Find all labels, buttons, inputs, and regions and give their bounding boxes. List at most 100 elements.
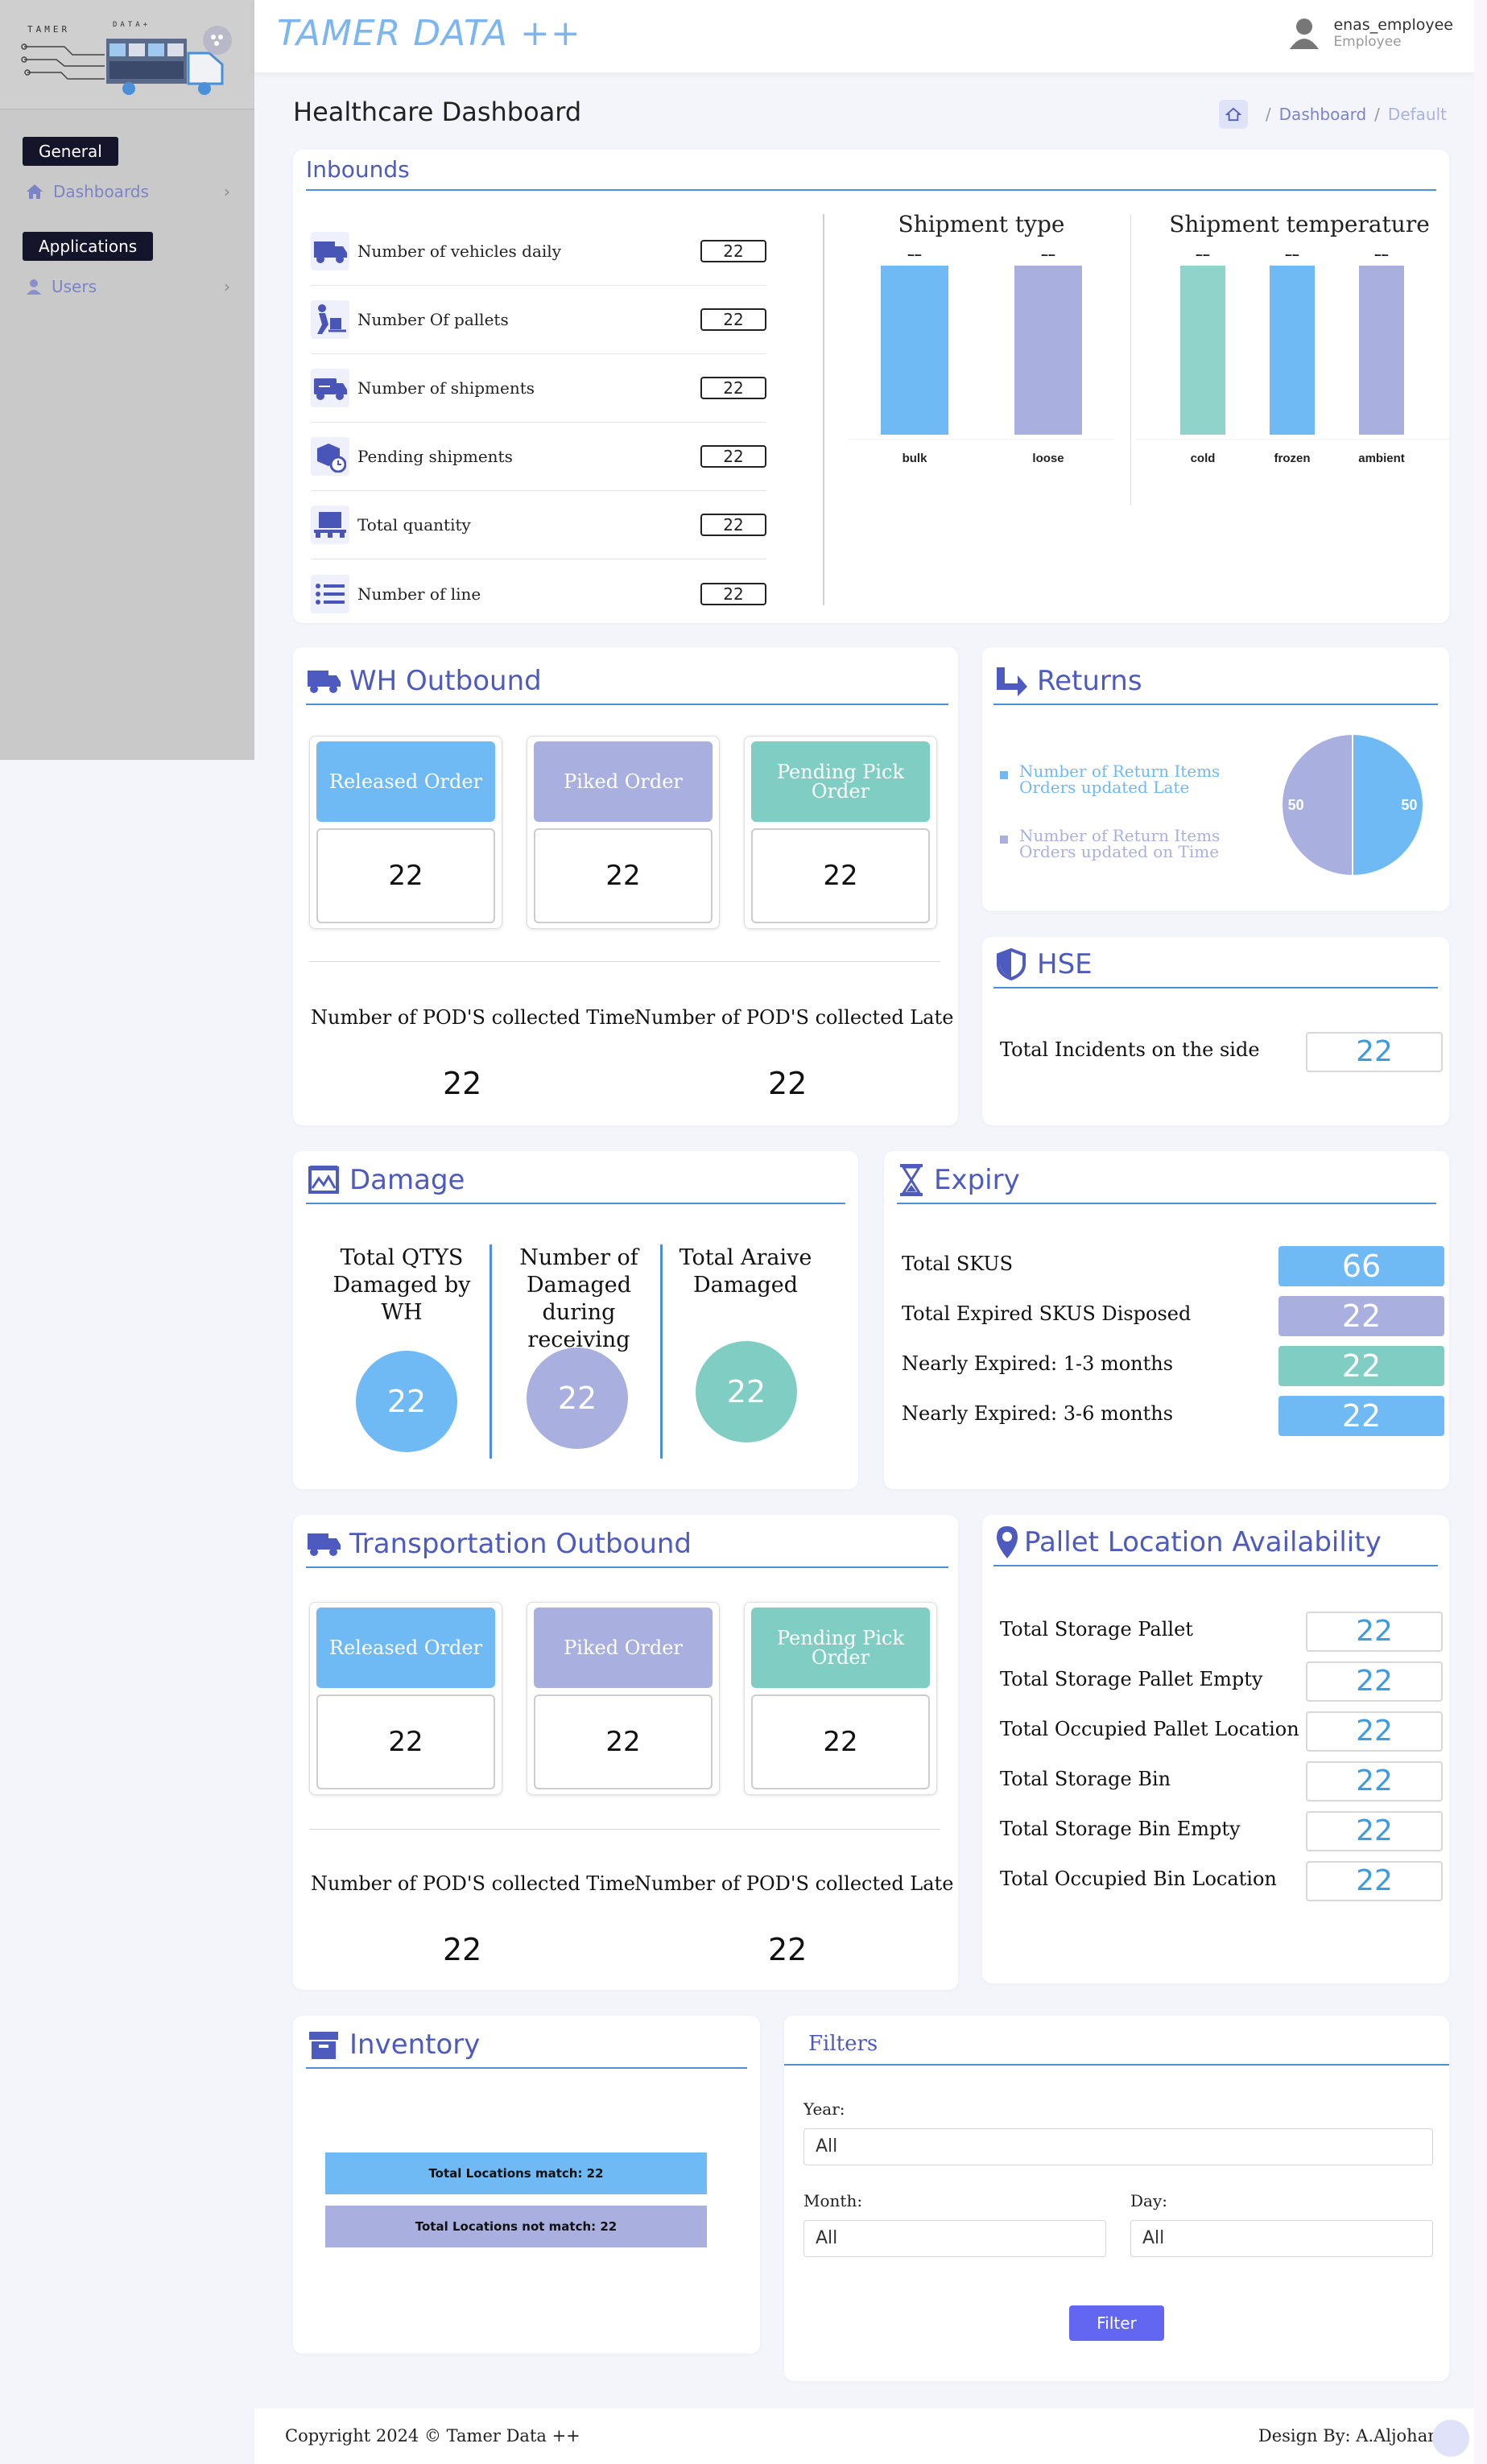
- wh-outbound-title: WH Outbound: [349, 665, 542, 697]
- damage-arrive-circle: 22: [696, 1341, 797, 1442]
- list-item: Number Of pallets 22: [311, 286, 766, 354]
- released-order-value: 22: [316, 828, 495, 923]
- pallet-row: Total Storage Bin Empty: [1000, 1818, 1241, 1840]
- bar: [1359, 266, 1404, 435]
- pallet-value: 22: [1306, 1811, 1443, 1851]
- page-title: Healthcare Dashboard: [293, 97, 582, 127]
- expiry-label: Total SKUS: [902, 1253, 1014, 1275]
- bar-data-label: 22: [907, 254, 922, 259]
- sidebar-item-dashboards[interactable]: Dashboards ›: [26, 175, 230, 208]
- hse-header: HSE: [993, 948, 1438, 988]
- sidebar-item-users[interactable]: Users ›: [26, 270, 230, 303]
- scroll-top-button[interactable]: [1432, 2420, 1469, 2457]
- bar: [1014, 266, 1082, 435]
- shipment-type-title: Shipment type: [898, 211, 1065, 237]
- pod-time-label: Number of POD'S collected Time: [311, 1006, 635, 1029]
- locations-match-bar: Total Locations match: 22: [325, 2152, 707, 2194]
- pallet-label: Total Occupied Bin Location: [1000, 1868, 1277, 1890]
- footer: Copyright 2024 © Tamer Data ++ Design By…: [254, 2408, 1474, 2464]
- pallet-label: Total Storage Bin Empty: [1000, 1818, 1241, 1840]
- returns-pie-chart: 50 50: [1281, 733, 1424, 877]
- brand-title: TAMER DATA ++: [277, 13, 581, 54]
- inbounds-list: Number of vehicles daily 22 Number Of pa…: [311, 217, 766, 628]
- row-label: Number of vehicles daily: [357, 241, 561, 261]
- sidebar-item-label: Dashboards: [53, 182, 149, 201]
- home-icon: [1225, 107, 1241, 122]
- divider: [1130, 214, 1131, 506]
- truck-icon: [311, 232, 349, 270]
- released-order-label: Released Order: [316, 1608, 495, 1688]
- bar: [1270, 266, 1315, 435]
- breadcrumb-home[interactable]: [1218, 100, 1248, 129]
- user-role: Employee: [1333, 34, 1402, 50]
- pallet-value: 22: [1306, 1861, 1443, 1901]
- piked-order-box[interactable]: Piked Order 22: [527, 1602, 720, 1795]
- top-header: TAMER DATA ++ enas_employee Employee: [254, 0, 1474, 72]
- pending-pick-order-value: 22: [751, 828, 930, 923]
- released-order-box[interactable]: Released Order 22: [309, 736, 502, 929]
- breadcrumb-separator: /: [1265, 105, 1271, 124]
- returns-card: Returns Number of Return Items Orders up…: [982, 647, 1449, 911]
- return-arrow-icon: [993, 665, 1029, 697]
- released-order-box[interactable]: Released Order 22: [309, 1602, 502, 1795]
- transport-outbound-title: Transportation Outbound: [349, 1528, 692, 1560]
- list-item: Number of shipments 22: [311, 354, 766, 423]
- pod-late-value: 22: [768, 1066, 808, 1101]
- expiry-value: 22: [1278, 1396, 1444, 1436]
- piked-order-value: 22: [534, 828, 713, 923]
- inbounds-card: Inbounds Number of vehicles daily 22 Num…: [293, 150, 1449, 623]
- pie-data-label: 50: [1288, 797, 1304, 813]
- sidebar-item-label: Users: [52, 277, 97, 296]
- breadcrumb-default: Default: [1387, 105, 1447, 124]
- pod-late-value: 22: [768, 1932, 808, 1967]
- legend-label: Number of Return Items Orders updated La…: [1019, 761, 1221, 797]
- pallet-card: Pallet Location Availability Total Stora…: [982, 1515, 1449, 1983]
- inventory-title: Inventory: [349, 2029, 481, 2061]
- breadcrumb-separator: /: [1374, 105, 1380, 124]
- returns-title: Returns: [1037, 665, 1142, 697]
- x-tick-label: loose: [1032, 452, 1064, 465]
- pallet-value: 22: [1306, 1612, 1443, 1652]
- scroll-track[interactable]: [1474, 0, 1487, 2464]
- inventory-header: Inventory: [306, 2029, 747, 2069]
- month-select[interactable]: All: [803, 2220, 1106, 2257]
- row-value: 22: [700, 445, 766, 468]
- bar: [1180, 266, 1225, 435]
- damage-icon: [306, 1164, 341, 1196]
- damage-arrive-label: Total Araive Damaged: [679, 1245, 812, 1298]
- row-label: Pending shipments: [357, 447, 513, 466]
- pending-pick-order-value: 22: [751, 1694, 930, 1789]
- row-value: 22: [700, 308, 766, 331]
- map-pin-icon: [993, 1526, 1021, 1558]
- pallet-icon: [311, 506, 349, 544]
- divider: [489, 1244, 492, 1459]
- hse-card: HSE Total Incidents on the side 22: [982, 937, 1449, 1125]
- pending-pick-order-box[interactable]: Pending Pick Order 22: [744, 736, 937, 929]
- expiry-value: 22: [1278, 1296, 1444, 1336]
- pod-time-label: Number of POD'S collected Time: [311, 1872, 635, 1895]
- user-menu[interactable]: enas_employee Employee: [1288, 16, 1453, 50]
- inventory-card: Inventory Total Locations match: 22 Tota…: [293, 2016, 760, 2354]
- filter-button[interactable]: Filter: [1069, 2305, 1164, 2341]
- year-label: Year:: [803, 2099, 845, 2119]
- damage-card: Damage Total QTYS Damaged by WH Number o…: [293, 1151, 858, 1489]
- expiry-title: Expiry: [934, 1164, 1020, 1196]
- expiry-row: Total SKUS: [902, 1253, 1013, 1275]
- expiry-card: Expiry Total SKUS 66 Total Expired SKUS …: [884, 1151, 1449, 1489]
- footer-design-credit: Design By: A.Aljohani: [1258, 2426, 1444, 2445]
- expiry-value: 66: [1278, 1246, 1444, 1286]
- year-select[interactable]: All: [803, 2128, 1433, 2165]
- pallet-title: Pallet Location Availability: [1024, 1526, 1382, 1558]
- logo[interactable]: TAMER DATA+: [0, 0, 254, 109]
- pie-data-label: 50: [1401, 797, 1417, 813]
- breadcrumb-dashboard[interactable]: Dashboard: [1279, 105, 1367, 124]
- bar-data-label: 22: [1196, 254, 1210, 259]
- pallet-header: Pallet Location Availability: [993, 1526, 1438, 1566]
- expiry-row: Total Expired SKUS Disposed: [902, 1302, 1191, 1325]
- piked-order-box[interactable]: Piked Order 22: [527, 736, 720, 929]
- pending-pick-order-box[interactable]: Pending Pick Order 22: [744, 1602, 937, 1795]
- shipment-temperature-title: Shipment temperature: [1169, 211, 1430, 237]
- returns-legend-late: Number of Return Items Orders updated La…: [1000, 763, 1225, 795]
- x-tick-label: ambient: [1358, 452, 1405, 465]
- day-select[interactable]: All: [1130, 2220, 1433, 2257]
